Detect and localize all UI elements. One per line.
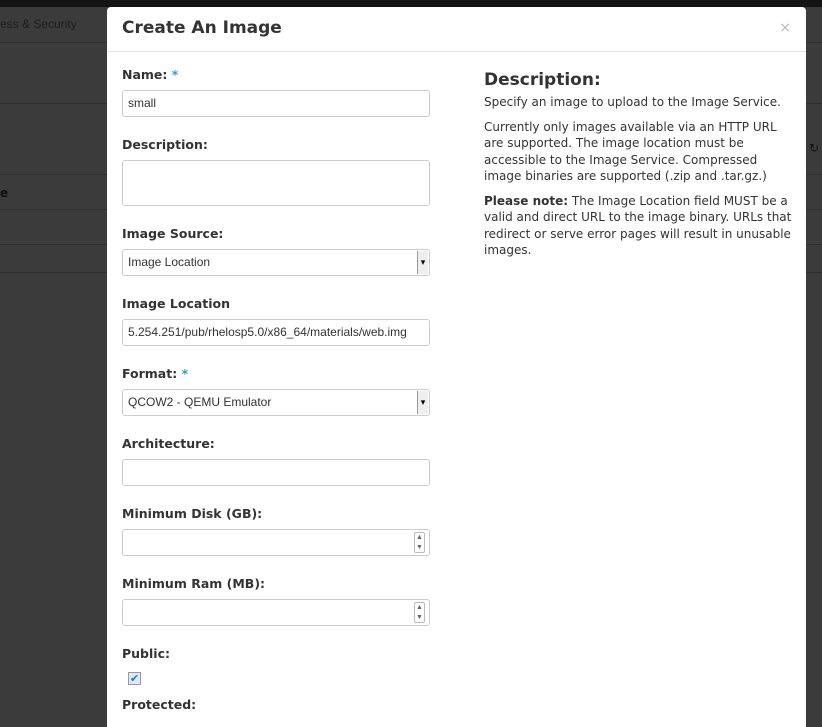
- description-textarea[interactable]: [122, 160, 430, 206]
- background-table-header: e: [0, 186, 9, 200]
- public-checkbox[interactable]: ✔: [128, 672, 141, 685]
- description-label: Description:: [122, 137, 208, 152]
- min-disk-label: Minimum Disk (GB):: [122, 506, 263, 521]
- help-title: Description:: [484, 70, 601, 90]
- public-label: Public:: [122, 646, 170, 661]
- spinner[interactable]: ▲ ▼: [414, 532, 425, 553]
- name-label: Name: *: [122, 67, 179, 82]
- min-ram-label: Minimum Ram (MB):: [122, 576, 266, 591]
- architecture-label: Architecture:: [122, 436, 215, 451]
- refresh-icon: ↻: [809, 141, 820, 155]
- format-label: Format: *: [122, 366, 189, 381]
- top-bar: [0, 0, 822, 7]
- image-source-select[interactable]: Image Location: [122, 249, 430, 276]
- format-select[interactable]: QCOW2 - QEMU Emulator: [122, 389, 430, 416]
- help-panel: Description: Specify an image to upload …: [484, 70, 794, 267]
- image-location-label: Image Location: [122, 296, 231, 311]
- modal-title: Create An Image: [122, 18, 282, 38]
- background-tab-access-security: ess & Security: [0, 17, 77, 31]
- min-ram-input[interactable]: ▲ ▼: [122, 599, 430, 626]
- image-location-input[interactable]: 5.254.251/pub/rhelosp5.0/x86_64/material…: [122, 319, 430, 346]
- help-text: Specify an image to upload to the Image …: [484, 95, 781, 109]
- image-source-label: Image Source:: [122, 226, 224, 241]
- close-icon[interactable]: ×: [779, 20, 791, 36]
- help-note: Please note: The Image Location field MU…: [484, 193, 792, 258]
- protected-label: Protected:: [122, 697, 197, 712]
- modal-header: Create An Image ×: [107, 7, 806, 52]
- architecture-input[interactable]: [122, 459, 430, 486]
- name-input[interactable]: small: [122, 90, 430, 117]
- min-disk-input[interactable]: ▲ ▼: [122, 529, 430, 556]
- create-image-modal: Create An Image × Name: * small Descript…: [107, 7, 806, 727]
- spinner[interactable]: ▲ ▼: [414, 602, 425, 623]
- form-fields: Name: * small Description: Image Source:…: [122, 67, 430, 715]
- help-text: Currently only images available via an H…: [484, 119, 777, 184]
